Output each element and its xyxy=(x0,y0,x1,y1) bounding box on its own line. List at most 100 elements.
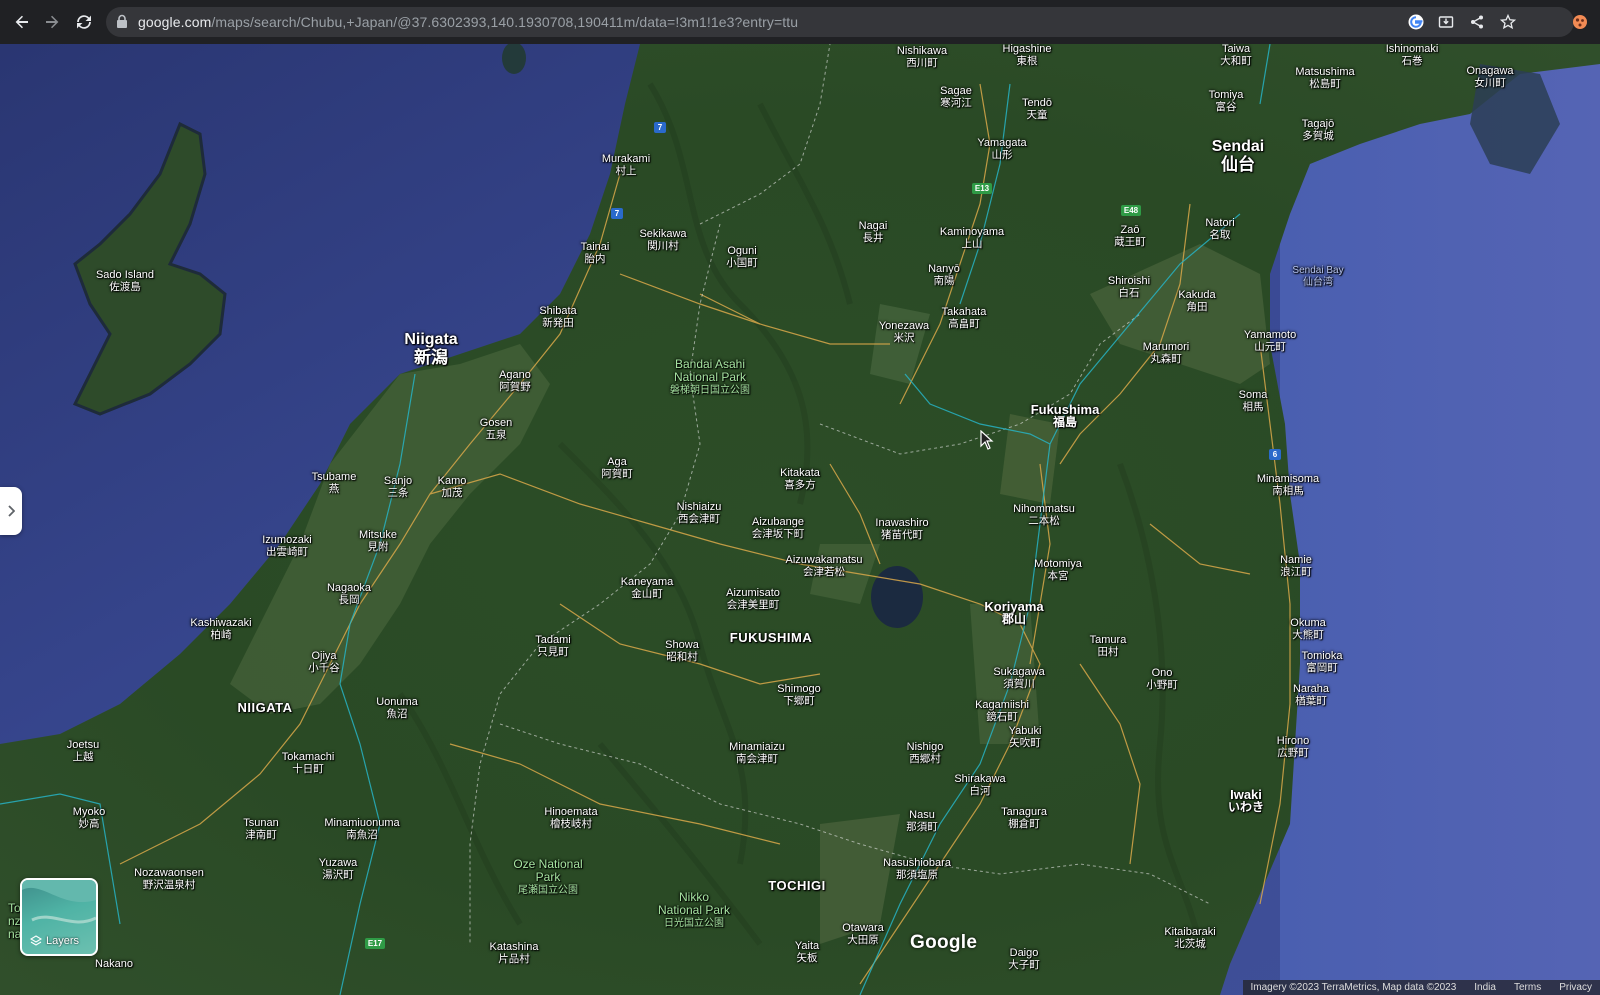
city-label-niigata[interactable]: Niigata 新潟 xyxy=(404,331,457,367)
town-label[interactable]: Tokamachi 十日町 xyxy=(282,751,335,775)
town-label[interactable]: Aizubange 会津坂下町 xyxy=(752,516,805,540)
terms-link[interactable]: Terms xyxy=(1514,982,1541,993)
town-label[interactable]: Nanyō 南陽 xyxy=(928,263,960,287)
town-label[interactable]: Izumozaki 出雲崎町 xyxy=(262,534,312,558)
town-label[interactable]: Tsubame 燕 xyxy=(312,471,357,495)
town-label[interactable]: Sagae 寒河江 xyxy=(940,85,972,109)
town-label[interactable]: Kashiwazaki 柏崎 xyxy=(190,617,251,641)
town-label[interactable]: Natori 名取 xyxy=(1205,217,1234,241)
town-label[interactable]: Otawara 大田原 xyxy=(842,922,884,946)
town-label[interactable]: Agano 阿賀野 xyxy=(499,369,531,393)
privacy-link[interactable]: Privacy xyxy=(1559,982,1592,993)
town-label[interactable]: Sekikawa 関川村 xyxy=(639,228,686,252)
town-label[interactable]: Ishinomaki 石巻 xyxy=(1386,44,1439,67)
town-label[interactable]: Nasu 那須町 xyxy=(906,809,938,833)
town-label[interactable]: Sado Island 佐渡島 xyxy=(96,269,154,293)
bookmark-star-icon[interactable] xyxy=(1498,12,1518,32)
town-label[interactable]: Yuzawa 湯沢町 xyxy=(319,857,358,881)
town-label[interactable]: Shimogo 下郷町 xyxy=(777,683,820,707)
town-label[interactable]: Matsushima 松島町 xyxy=(1295,66,1354,90)
park-label-oze[interactable]: Oze National Park 尾瀬国立公園 xyxy=(513,858,582,897)
address-bar[interactable]: google.com/maps/search/Chubu,+Japan/@37.… xyxy=(106,7,1574,37)
town-label[interactable]: Minamisoma 南相馬 xyxy=(1257,473,1319,497)
town-label[interactable]: Nasushiobara 那須塩原 xyxy=(883,857,951,881)
town-label[interactable]: Hirono 広野町 xyxy=(1277,735,1309,759)
town-label[interactable]: Soma 相馬 xyxy=(1239,389,1268,413)
town-label[interactable]: Katashina 片品村 xyxy=(490,941,539,965)
park-label-nikko[interactable]: Nikko National Park 日光国立公園 xyxy=(658,891,730,930)
url-text[interactable]: google.com/maps/search/Chubu,+Japan/@37.… xyxy=(138,14,798,30)
town-label[interactable]: Nishiaizu 西会津町 xyxy=(677,501,722,525)
town-label[interactable]: Namie 浪江町 xyxy=(1280,554,1312,578)
city-label-iwaki[interactable]: Iwaki いわき xyxy=(1228,788,1264,813)
forward-arrow-icon[interactable] xyxy=(40,10,64,34)
region-link[interactable]: India xyxy=(1474,982,1496,993)
town-label[interactable]: Sukagawa 須賀川 xyxy=(993,666,1044,690)
town-label[interactable]: Higashine 東根 xyxy=(1003,44,1052,67)
town-label[interactable]: Kitakata 喜多方 xyxy=(780,467,820,491)
town-label[interactable]: Ono 小野町 xyxy=(1146,667,1178,691)
town-label[interactable]: Yaita 矢板 xyxy=(795,940,819,964)
town-label[interactable]: Joetsu 上越 xyxy=(67,739,99,763)
town-label[interactable]: Nozawaonsen 野沢温泉村 xyxy=(134,867,204,891)
town-label[interactable]: Tsunan 津南町 xyxy=(243,817,278,841)
town-label[interactable]: Taiwa 大和町 xyxy=(1220,44,1252,67)
town-label[interactable]: Inawashiro 猪苗代町 xyxy=(875,517,928,541)
town-label[interactable]: Nishikawa 西川町 xyxy=(897,45,947,69)
install-app-icon[interactable] xyxy=(1436,12,1456,32)
town-label[interactable]: Nagai 長井 xyxy=(859,220,888,244)
town-label[interactable]: Tagajō 多賀城 xyxy=(1302,118,1334,142)
town-label[interactable]: Motomiya 本宮 xyxy=(1034,558,1082,582)
town-label[interactable]: Kakuda 角田 xyxy=(1178,289,1215,313)
town-label[interactable]: Tomiya 富谷 xyxy=(1209,89,1244,113)
town-label[interactable]: Ojiya 小千谷 xyxy=(308,650,340,674)
town-label[interactable]: Nagaoka 長岡 xyxy=(327,582,371,606)
extension-icon[interactable] xyxy=(1568,10,1592,34)
town-label[interactable]: Mitsuke 見附 xyxy=(359,529,397,553)
town-label[interactable]: Gosen 五泉 xyxy=(480,417,512,441)
town-label[interactable]: Tainai 胎内 xyxy=(581,241,610,265)
town-label[interactable]: Marumori 丸森町 xyxy=(1143,341,1189,365)
town-label[interactable]: Nihommatsu 二本松 xyxy=(1013,503,1075,527)
town-label[interactable]: Tamura 田村 xyxy=(1090,634,1127,658)
town-label[interactable]: Shibata 新発田 xyxy=(539,305,576,329)
town-label[interactable]: Zaō 蔵王町 xyxy=(1114,224,1146,248)
town-label[interactable]: Tomioka 富岡町 xyxy=(1302,650,1343,674)
town-label[interactable]: Takahata 高畠町 xyxy=(942,306,987,330)
town-label[interactable]: Tanagura 棚倉町 xyxy=(1001,806,1047,830)
layers-button[interactable]: Layers xyxy=(20,878,98,956)
town-label[interactable]: Onagawa 女川町 xyxy=(1466,65,1513,89)
town-label[interactable]: Kaneyama 金山町 xyxy=(621,576,674,600)
town-label[interactable]: Kaminoyama 上山 xyxy=(940,226,1004,250)
town-label[interactable]: Minamiaizu 南会津町 xyxy=(729,741,785,765)
town-label[interactable]: Hinoemata 檜枝岐村 xyxy=(544,806,597,830)
city-label-koriyama[interactable]: Koriyama 郡山 xyxy=(984,600,1043,625)
town-label[interactable]: Yamagata 山形 xyxy=(977,137,1026,161)
park-label-bandai-asahi[interactable]: Bandai Asahi National Park 磐梯朝日国立公園 xyxy=(670,358,750,397)
town-label[interactable]: Murakami 村上 xyxy=(602,153,650,177)
back-arrow-icon[interactable] xyxy=(10,10,34,34)
town-label[interactable]: Naraha 楢葉町 xyxy=(1293,683,1329,707)
city-label-sendai[interactable]: Sendai 仙台 xyxy=(1212,138,1264,174)
town-label[interactable]: Yonezawa 米沢 xyxy=(879,320,929,344)
town-label[interactable]: Shiroishi 白石 xyxy=(1108,275,1150,299)
city-label-fukushima[interactable]: Fukushima 福島 xyxy=(1031,403,1100,428)
town-label[interactable]: Kagamiishi 鏡石町 xyxy=(975,699,1029,723)
satellite-map[interactable]: 7 7 E13 E48 6 E17 Niigata 新潟 Sendai 仙台 Fuk… xyxy=(0,44,1600,995)
town-label[interactable]: Okuma 大熊町 xyxy=(1290,617,1325,641)
town-label[interactable]: Tendō 天童 xyxy=(1022,97,1052,121)
town-label[interactable]: Minamiuonuma 南魚沼 xyxy=(324,817,399,841)
town-label[interactable]: Aizumisato 会津美里町 xyxy=(726,587,780,611)
town-label[interactable]: Myoko 妙高 xyxy=(73,806,105,830)
share-icon[interactable] xyxy=(1467,12,1487,32)
town-label[interactable]: Tadami 只見町 xyxy=(535,634,570,658)
town-label[interactable]: Kitaibaraki 北茨城 xyxy=(1164,926,1215,950)
town-label[interactable]: Uonuma 魚沼 xyxy=(376,696,418,720)
town-label[interactable]: Yamamoto 山元町 xyxy=(1244,329,1296,353)
reload-icon[interactable] xyxy=(72,10,96,34)
town-label[interactable]: Aga 阿賀町 xyxy=(601,456,633,480)
town-label[interactable]: Kamo 加茂 xyxy=(438,475,467,499)
town-label[interactable]: Yabuki 矢吹町 xyxy=(1009,725,1042,749)
lock-icon[interactable] xyxy=(116,14,128,34)
town-label[interactable]: Aizuwakamatsu 会津若松 xyxy=(785,554,862,578)
